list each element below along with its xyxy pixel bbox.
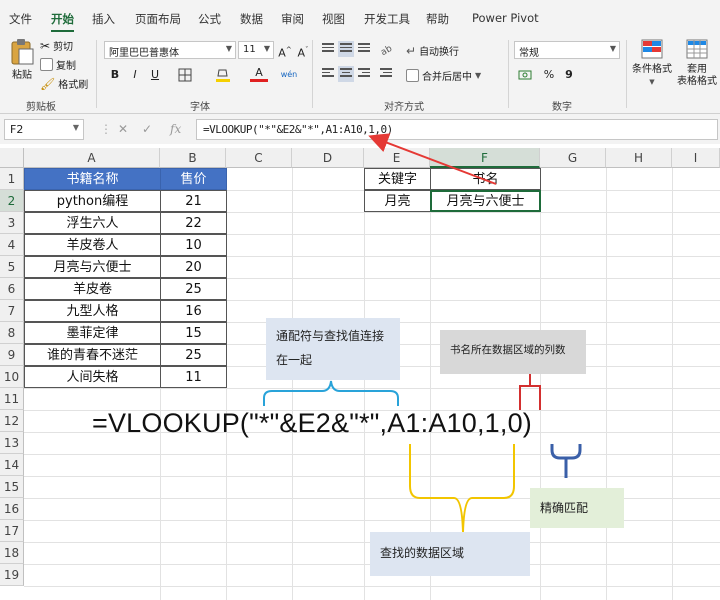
font-name-select[interactable]: 阿里巴巴普惠体 ▼ <box>104 41 236 59</box>
ribbon-divider <box>626 40 627 108</box>
ribbon: 粘贴 ✂ 剪切 复制 🖌 格式刷 剪贴板 阿里巴巴普惠体 ▼ 11 ▼ A^ Aˇ B … <box>0 34 720 114</box>
shrink-font-button[interactable]: Aˇ <box>294 41 312 60</box>
borders-button[interactable] <box>176 66 194 84</box>
insert-function-button[interactable]: fx <box>170 122 181 136</box>
ribbon-divider <box>508 40 509 108</box>
comma-button[interactable]: 9 <box>560 66 578 84</box>
tab-file[interactable]: 文件 <box>9 11 32 27</box>
format-painter-button[interactable]: 🖌 格式刷 <box>40 76 88 92</box>
clipboard-group-label: 剪贴板 <box>26 102 56 113</box>
merge-center-button[interactable]: 合并后居中 ▼ <box>406 68 481 83</box>
wrap-text-icon: ↵ <box>406 43 417 58</box>
yellow-brace <box>409 444 515 533</box>
chevron-down-icon: ▼ <box>72 123 79 132</box>
paint-bucket-icon <box>216 69 230 82</box>
currency-icon <box>518 70 532 80</box>
cut-button[interactable]: ✂ 剪切 <box>40 38 73 54</box>
conditional-format-button[interactable]: 条件格式 ▼ <box>630 38 674 88</box>
tab-insert[interactable]: 插入 <box>92 11 115 27</box>
grow-font-button[interactable]: A^ <box>276 41 294 60</box>
align-center-icon[interactable] <box>338 66 354 82</box>
svg-text:ab: ab <box>379 44 394 57</box>
font-group-label: 字体 <box>190 102 210 113</box>
font-color-button[interactable]: A <box>250 66 268 84</box>
confirm-icon[interactable]: ✓ <box>142 122 152 136</box>
paste-label: 粘贴 <box>12 70 32 81</box>
orientation-icon[interactable]: ab <box>378 41 394 58</box>
tab-help[interactable]: 帮助 <box>426 11 449 27</box>
chevron-down-icon: ▼ <box>225 44 232 53</box>
formula-bar: F2 ▼ ⋮ ✕ ✓ fx =VLOOKUP("*"&E2&"*",A1:A10,… <box>0 114 720 144</box>
menu-bar: 文件 开始 插入 页面布局 公式 数据 审阅 视图 开发工具 帮助 Power … <box>0 0 720 34</box>
copy-icon <box>40 58 53 71</box>
chevron-down-icon: ▼ <box>475 71 482 80</box>
format-as-table-button[interactable]: 套用 表格格式 <box>676 38 718 88</box>
paste-icon <box>11 39 34 65</box>
align-left-icon[interactable] <box>320 66 336 82</box>
font-size-select[interactable]: 11 ▼ <box>238 41 274 59</box>
number-group-label: 数字 <box>552 102 572 113</box>
blue-brace <box>263 380 399 406</box>
phonetic-button[interactable]: wén <box>280 66 298 84</box>
tab-formulas[interactable]: 公式 <box>198 11 221 27</box>
align-top-icon[interactable] <box>320 41 336 57</box>
wrap-text-button[interactable]: ↵ 自动换行 <box>406 43 459 59</box>
tab-data[interactable]: 数据 <box>240 11 263 27</box>
chevron-down-icon: ▼ <box>263 44 270 53</box>
formula-input[interactable]: =VLOOKUP("*"&E2&"*",A1:A10,1,0) <box>196 119 718 140</box>
red-brace <box>519 374 541 410</box>
ribbon-divider <box>312 40 313 108</box>
paste-button[interactable]: 粘贴 <box>6 38 38 82</box>
formula-bar-buttons: ⋮ ✕ ✓ fx <box>98 119 194 140</box>
spreadsheet-grid: A B C D E F G H I 1 2 3 4 5 6 7 8 9 10 1… <box>0 148 720 600</box>
align-right-icon[interactable] <box>356 66 372 82</box>
name-box[interactable]: F2 ▼ <box>4 119 84 140</box>
percent-button[interactable]: % <box>540 66 558 84</box>
fill-color-button[interactable] <box>214 66 232 84</box>
annotation-braces <box>263 374 582 533</box>
indent-icon[interactable] <box>378 66 394 82</box>
merge-icon <box>406 69 419 82</box>
more-icon: ⋮ <box>100 122 112 136</box>
currency-button[interactable] <box>516 66 534 84</box>
align-bottom-icon[interactable] <box>356 41 372 57</box>
italic-button[interactable]: I <box>126 66 144 84</box>
bold-button[interactable]: B <box>106 66 124 84</box>
align-middle-icon[interactable] <box>338 41 354 57</box>
alignment-group-label: 对齐方式 <box>384 102 424 113</box>
tab-developer[interactable]: 开发工具 <box>364 11 410 27</box>
conditional-format-icon <box>641 39 663 59</box>
brush-icon: 🖌 <box>40 76 56 91</box>
chevron-down-icon: ▼ <box>649 78 655 86</box>
table-format-icon <box>686 39 708 59</box>
scissors-icon: ✂ <box>40 38 51 53</box>
cancel-icon[interactable]: ✕ <box>118 122 128 136</box>
ribbon-divider <box>96 40 97 108</box>
borders-icon <box>178 68 192 82</box>
tab-review[interactable]: 审阅 <box>281 11 304 27</box>
tab-home[interactable]: 开始 <box>51 11 74 32</box>
copy-button[interactable]: 复制 <box>40 57 76 72</box>
chevron-down-icon: ▼ <box>609 44 616 53</box>
underline-button[interactable]: U <box>146 66 164 84</box>
number-format-select[interactable]: 常规 ▼ <box>514 41 620 59</box>
tab-power-pivot[interactable]: Power Pivot <box>472 11 539 25</box>
tab-page-layout[interactable]: 页面布局 <box>135 11 181 27</box>
tab-view[interactable]: 视图 <box>322 11 345 27</box>
navy-brace <box>550 444 582 478</box>
